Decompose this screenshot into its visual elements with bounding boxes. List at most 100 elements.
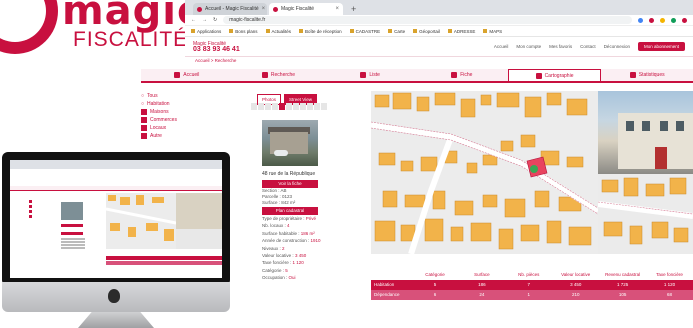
folder-icon [388, 29, 393, 33]
new-tab-icon[interactable]: + [345, 3, 362, 15]
nav-search[interactable]: Recherche [233, 69, 325, 81]
tab-label: Magic Fiscalité [281, 6, 315, 12]
filter-item[interactable]: Autre [141, 132, 196, 140]
tab-label: Accueil - Magic Fiscalité [205, 6, 259, 12]
top-link[interactable]: Mes favoris [549, 44, 572, 49]
table-row[interactable]: Habitation 5 186 7 3 450 1 725 1 120 [371, 280, 693, 290]
page-dot[interactable] [286, 103, 292, 110]
page-dot[interactable] [251, 103, 257, 110]
filter-item[interactable]: Maisons [141, 108, 196, 116]
bookmark-item[interactable]: ADRESSE [447, 29, 475, 34]
close-icon[interactable]: × [262, 6, 266, 12]
property-details: Type de propriétaire : Privé Nb. locaux … [262, 215, 326, 282]
monitor-screen [10, 160, 222, 278]
details-button[interactable]: Voir la fiche [262, 180, 318, 188]
folder-icon [265, 29, 270, 33]
folder-icon [447, 29, 452, 33]
extension-icon[interactable] [671, 17, 676, 23]
tab-bar: Accueil - Magic Fiscalité × Magic Fiscal… [185, 0, 693, 15]
folder-icon [349, 29, 354, 33]
top-link[interactable]: Accueil [494, 44, 509, 49]
detail-row: Taxe foncière : 1 120 [262, 260, 304, 266]
browser-tab[interactable]: Accueil - Magic Fiscalité × [193, 3, 267, 15]
page-dot-active[interactable] [279, 103, 285, 110]
close-icon[interactable]: × [335, 6, 339, 12]
radio-icon[interactable]: ○ [141, 101, 144, 107]
mini-map[interactable] [598, 174, 693, 254]
nav-stats[interactable]: Statistiques [601, 69, 693, 81]
imac-mockup [0, 152, 232, 328]
checkbox[interactable] [141, 117, 147, 123]
forward-icon[interactable]: → [202, 17, 207, 23]
filter-item[interactable]: Locaux [141, 124, 196, 132]
checkbox[interactable] [141, 125, 147, 131]
stage: magic FISCALITÉ Accueil - Magic Fiscalit… [0, 0, 693, 328]
monitor-stand [78, 312, 154, 328]
page-dot[interactable] [321, 103, 327, 110]
page-dot[interactable] [307, 103, 313, 110]
bookmark-item[interactable]: CADASTRE [349, 29, 380, 34]
page-dot[interactable] [258, 103, 264, 110]
bookmark-item[interactable]: MAPS [483, 29, 502, 34]
detail-row: Valeur locative : 3 450 [262, 253, 307, 259]
nav-list[interactable]: Liste [324, 69, 416, 81]
extension-icon[interactable] [649, 17, 654, 23]
url-field[interactable]: magic-fiscalite.fr [223, 16, 632, 24]
bookmark-item[interactable]: Bons plans [229, 29, 258, 34]
app-brand[interactable]: Magic Fiscalité 03 83 93 46 41 [193, 41, 240, 53]
nav-record[interactable]: Fiche [416, 69, 508, 81]
top-link[interactable]: Mon compte [516, 44, 541, 49]
bookmarks-bar: Applications Bons plans Actualités Boîte… [185, 26, 693, 37]
nav-home[interactable]: Accueil [141, 69, 233, 81]
page-dot[interactable] [265, 103, 271, 110]
bookmark-item[interactable]: Carte [388, 29, 405, 34]
extension-icon[interactable] [638, 17, 643, 23]
bookmark-item[interactable]: Géoportail [413, 29, 440, 34]
folder-icon [483, 29, 488, 33]
detail-row: Nb. locaux : 4 [262, 223, 290, 229]
table-header: Catégorie Surface Nb. pièces Valeur loca… [371, 270, 693, 280]
property-address: 48 rue de la République [262, 171, 316, 177]
top-link[interactable]: Déconnexion [604, 44, 630, 49]
back-icon[interactable]: ← [191, 17, 196, 23]
favicon-icon [273, 6, 278, 12]
subscription-button[interactable]: Mon abonnement [637, 42, 685, 51]
profile-icon[interactable] [682, 17, 687, 23]
bookmark-item[interactable]: Applications [191, 29, 221, 34]
home-icon [174, 72, 181, 78]
top-link[interactable]: Contact [580, 44, 596, 49]
top-links: Accueil Mon compte Mes favoris Contact D… [494, 42, 685, 51]
page-dot[interactable] [300, 103, 306, 110]
user-icon [451, 72, 458, 78]
page-dot[interactable] [293, 103, 299, 110]
apple-logo-icon [108, 289, 120, 303]
folder-icon [299, 29, 304, 33]
filter-item[interactable]: ○ Habitation [141, 100, 196, 108]
breadcrumb[interactable]: Accueil > Recherche [185, 57, 693, 65]
bookmark-item[interactable]: Boîte de réception [299, 29, 342, 34]
checkbox[interactable] [141, 133, 147, 139]
bookmark-item[interactable]: Actualités [265, 29, 291, 34]
property-photo[interactable] [262, 120, 318, 166]
radio-icon[interactable]: ○ [141, 93, 144, 99]
page-dot[interactable] [314, 103, 320, 110]
street-view-panel[interactable] [598, 91, 693, 174]
page-dot[interactable] [272, 103, 278, 110]
cadastral-map[interactable] [371, 91, 598, 254]
map-canvas [371, 92, 598, 254]
address-bar: ← → ↻ magic-fiscalite.fr [185, 15, 693, 26]
folder-icon [191, 29, 195, 33]
filter-item[interactable]: Commerces [141, 116, 196, 124]
nav-map[interactable]: Cartographie [507, 69, 602, 81]
table-row[interactable]: Dépendance 6 24 1 210 105 68 [371, 290, 693, 300]
brand-phone: 03 83 93 46 41 [193, 45, 240, 53]
cadastre-button[interactable]: Plan cadastral [262, 207, 318, 215]
reload-icon[interactable]: ↻ [213, 17, 217, 23]
filter-item[interactable]: ○ Tous [141, 92, 196, 100]
extension-icon[interactable] [660, 17, 665, 23]
checkbox[interactable] [141, 109, 147, 115]
chart-icon [629, 72, 636, 78]
detail-row: Occupation : Oui [262, 275, 296, 281]
filter-list: ○ Tous ○ Habitation Maisons Commerces Loca… [141, 92, 196, 140]
browser-tab-active[interactable]: Magic Fiscalité × [269, 3, 343, 15]
